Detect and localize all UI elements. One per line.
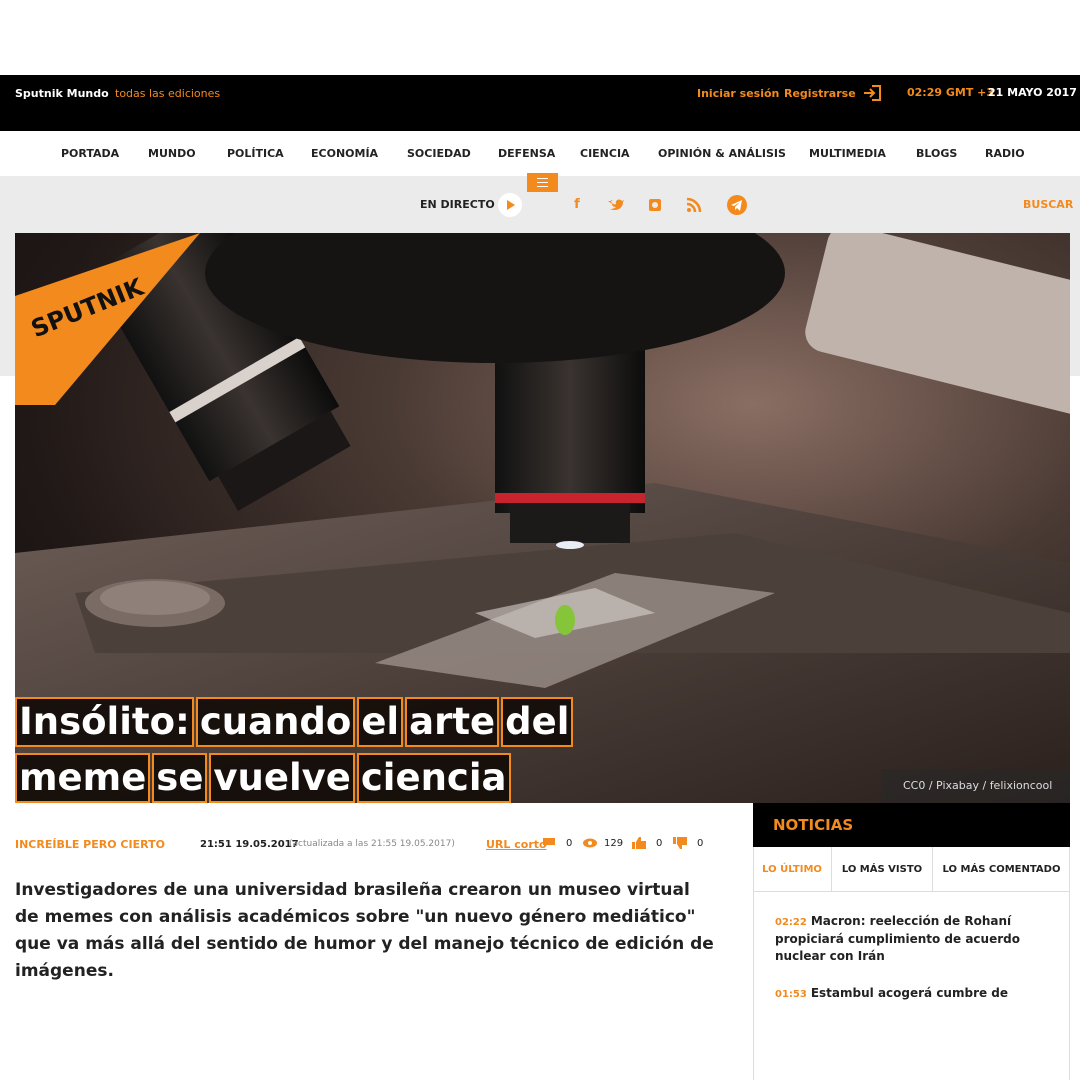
top-bar: Sputnik Mundo todas las ediciones Inicia… [0,75,1080,131]
headline-word: del [501,697,574,747]
register-link[interactable]: Registrarse [784,87,856,100]
instagram-icon[interactable] [645,195,665,215]
headline-word: cuando [195,697,356,747]
comments-count: 0 [566,838,573,849]
headline-line-2: meme se vuelve ciencia [15,753,513,803]
dislikes-count: 0 [697,838,704,849]
nav-item-opinion[interactable]: OPINIÓN & ANÁLISIS [658,147,786,160]
article-rubric[interactable]: INCREÍBLE PERO CIERTO [15,838,165,851]
headline-word: el [357,697,404,747]
news-title[interactable]: Estambul acogerá cumbre de [811,986,1008,1000]
headline-word: se [152,753,208,803]
current-date: 21 MAYO 2017 [988,86,1077,99]
live-label[interactable]: EN DIRECTO [420,198,495,211]
news-item[interactable]: 02:22 Macron: reelección de Rohaní propic… [775,913,1035,965]
twitter-icon[interactable] [605,195,625,215]
short-url-link[interactable]: URL corto [486,838,547,851]
facebook-icon[interactable]: f [567,195,587,215]
sidebar-tabs: LO ÚLTIMO LO MÁS VISTO LO MÁS COMENTADO [753,847,1070,892]
play-icon[interactable] [498,193,522,217]
nav-item-mundo[interactable]: MUNDO [148,147,196,160]
news-item[interactable]: 01:53 Estambul acogerá cumbre de [775,985,1035,1003]
comment-icon[interactable] [542,837,556,849]
enter-icon[interactable] [862,84,882,102]
headline-word: arte [405,697,500,747]
eye-icon [583,838,597,848]
menu-toggle-button[interactable] [527,173,558,192]
nav-item-ciencia[interactable]: CIENCIA [580,147,630,160]
headline-word: meme [15,753,151,803]
headline-line-1: Insólito: cuando el arte del [15,697,575,747]
main-nav: PORTADA MUNDO POLÍTICA ECONOMÍA SOCIEDAD… [0,131,1080,176]
thumbs-up-icon[interactable] [632,837,646,849]
news-time: 02:22 [775,917,807,928]
tab-latest[interactable]: LO ÚLTIMO [753,847,832,892]
headline-word: Insólito: [15,697,194,747]
tab-most-viewed[interactable]: LO MÁS VISTO [832,847,933,892]
nav-item-blogs[interactable]: BLOGS [916,147,957,160]
sidebar-title: NOTICIAS [773,816,854,834]
nav-item-defensa[interactable]: DEFENSA [498,147,555,160]
article-lead: Investigadores de una universidad brasil… [15,880,714,981]
updated-time: (actualizada a las 21:55 19.05.2017) [289,839,455,849]
sidebar-header: NOTICIAS [753,803,1070,847]
views-count: 129 [604,838,624,849]
image-credit: CC0 / Pixabay / felixioncool [881,769,1070,803]
likes-count: 0 [656,838,663,849]
headline-word: vuelve [209,753,355,803]
editions-link[interactable]: todas las ediciones [115,87,220,100]
current-time: 02:29 GMT +3 [907,86,995,99]
thumbs-down-icon[interactable] [673,837,687,849]
news-time: 01:53 [775,989,807,1000]
news-title[interactable]: Macron: reelección de Rohaní propiciará … [775,914,1020,963]
nav-item-radio[interactable]: RADIO [985,147,1025,160]
nav-item-politica[interactable]: POLÍTICA [227,147,284,160]
nav-item-portada[interactable]: PORTADA [61,147,119,160]
telegram-icon[interactable] [727,195,747,215]
nav-item-multimedia[interactable]: MULTIMEDIA [809,147,886,160]
headline-word: ciencia [356,753,511,803]
search-link[interactable]: BUSCAR [1023,198,1073,211]
nav-item-economia[interactable]: ECONOMÍA [311,147,378,160]
sputnik-logo[interactable]: SPUTNIK [15,233,200,405]
nav-item-sociedad[interactable]: SOCIEDAD [407,147,471,160]
site-brand[interactable]: Sputnik Mundo [15,87,109,100]
tab-most-commented[interactable]: LO MÁS COMENTADO [933,847,1070,892]
published-time: 21:51 19.05.2017 [200,839,299,850]
login-link[interactable]: Iniciar sesión [697,87,779,100]
rss-icon[interactable] [684,195,704,215]
